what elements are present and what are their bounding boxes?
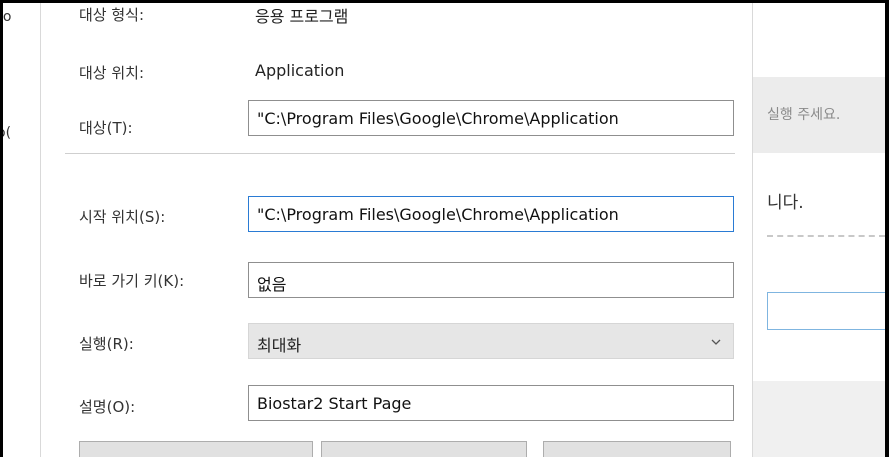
message-text: 니다. bbox=[767, 193, 804, 213]
target-location-value: Application bbox=[255, 61, 345, 80]
target-type-label: 대상 형식: bbox=[79, 6, 145, 24]
background-text-fragment: lo bbox=[3, 9, 12, 25]
comment-field-value: Biostar2 Start Page bbox=[257, 394, 412, 413]
shortcut-key-field[interactable]: 없음 bbox=[248, 262, 734, 298]
run-dropdown[interactable]: 최대화 bbox=[248, 323, 734, 359]
shortcut-key-field-value: 없음 bbox=[257, 275, 287, 294]
dashed-divider bbox=[767, 235, 885, 237]
screenshot-root: lo o( 실행 주세요. 니다. 대상 형식: 응용 프로그램 대상 위치: … bbox=[0, 0, 889, 457]
comment-label: 설명(O): bbox=[79, 398, 136, 416]
run-label: 실행(R): bbox=[79, 335, 134, 353]
start-in-field-value: "C:\Program Files\Google\Chrome\Applicat… bbox=[257, 205, 619, 224]
start-in-field[interactable]: "C:\Program Files\Google\Chrome\Applicat… bbox=[248, 196, 734, 232]
chevron-down-icon bbox=[711, 339, 721, 345]
background-input-field[interactable] bbox=[767, 292, 885, 330]
background-window-left: lo o( bbox=[3, 3, 40, 457]
target-field-value: "C:\Program Files\Google\Chrome\Applicat… bbox=[257, 109, 619, 128]
start-in-label: 시작 위치(S): bbox=[79, 208, 166, 226]
change-icon-button[interactable] bbox=[321, 441, 527, 457]
advanced-button[interactable] bbox=[543, 441, 731, 457]
notice-text: 실행 주세요. bbox=[767, 107, 841, 123]
comment-field[interactable]: Biostar2 Start Page bbox=[248, 385, 734, 421]
background-text-fragment: o( bbox=[3, 125, 12, 141]
shortcut-properties-dialog: 대상 형식: 응용 프로그램 대상 위치: Application 대상(T):… bbox=[40, 0, 753, 457]
target-label: 대상(T): bbox=[79, 119, 133, 137]
open-file-location-button[interactable] bbox=[79, 441, 313, 457]
run-dropdown-value: 최대화 bbox=[257, 336, 302, 355]
target-type-value: 응용 프로그램 bbox=[255, 7, 349, 26]
target-location-label: 대상 위치: bbox=[79, 64, 145, 82]
background-window-right: 실행 주세요. 니다. bbox=[753, 3, 885, 457]
target-field[interactable]: "C:\Program Files\Google\Chrome\Applicat… bbox=[248, 100, 734, 136]
shortcut-key-label: 바로 가기 키(K): bbox=[79, 272, 185, 290]
section-divider bbox=[65, 153, 735, 154]
